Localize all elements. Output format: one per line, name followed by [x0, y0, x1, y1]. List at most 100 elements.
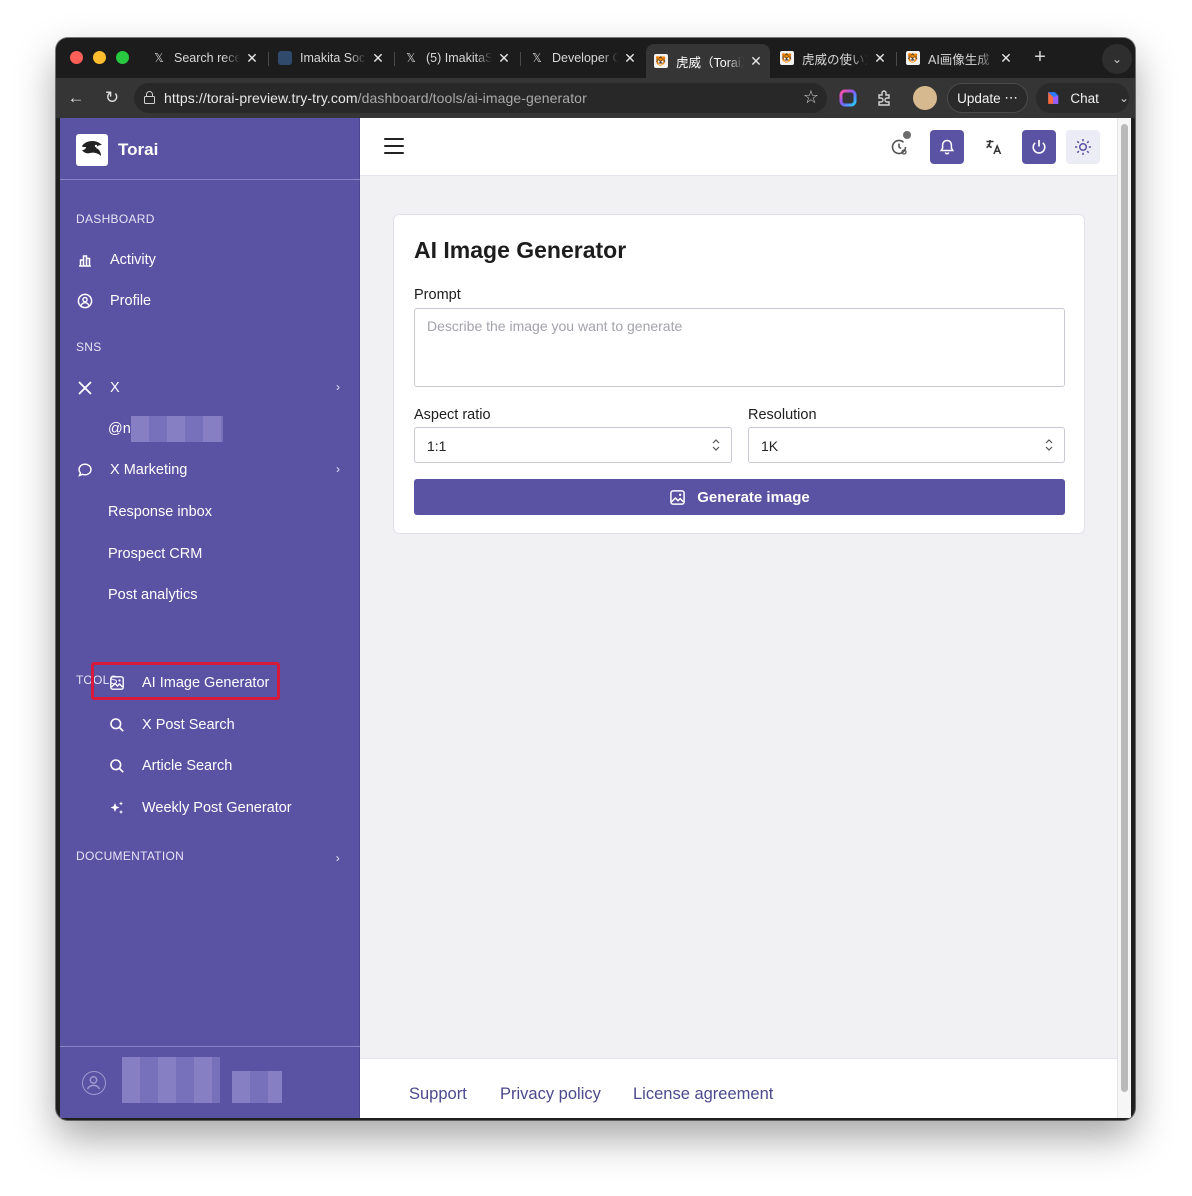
copilot-icon [1048, 92, 1059, 104]
torai-icon: 🐯 [906, 51, 920, 65]
sidebar-item-prospect-crm[interactable]: Prospect CRM [108, 546, 202, 562]
close-tab-icon[interactable]: ✕ [370, 50, 386, 67]
page-viewport: Torai DASHBOARD Activity Profile SNS X ›… [60, 118, 1131, 1118]
support-link[interactable]: Support [409, 1085, 467, 1104]
x-logo-icon [76, 379, 94, 397]
profile-avatar[interactable] [913, 86, 937, 110]
notifications-button[interactable] [930, 130, 964, 164]
close-tab-icon[interactable]: ✕ [998, 50, 1014, 67]
chevron-right-icon: › [336, 462, 340, 476]
browser-tab[interactable]: 𝕏 (5) ImakitaS ✕ [396, 44, 518, 72]
browser-tab[interactable]: Imakita Soc ✕ [270, 44, 392, 72]
bookmark-star-icon[interactable]: ☆ [803, 87, 819, 108]
sidebar-item-x[interactable]: X › [76, 373, 344, 403]
logout-button[interactable] [1022, 130, 1056, 164]
torai-icon: 🐯 [654, 54, 668, 68]
close-tab-icon[interactable]: ✕ [872, 50, 888, 67]
power-icon [1032, 140, 1046, 154]
page-scrollbar[interactable] [1117, 118, 1131, 1118]
browser-tab[interactable]: 𝕏 Search rece ✕ [144, 44, 266, 72]
reload-button[interactable]: ↻ [100, 86, 124, 110]
aspect-ratio-select[interactable]: 1:1 [414, 427, 732, 463]
redacted-block [122, 1057, 220, 1103]
user-circle-icon [76, 292, 94, 310]
language-button[interactable] [977, 130, 1011, 164]
sidebar-item-ai-image-generator[interactable]: AI Image Generator [108, 668, 269, 698]
generate-image-button[interactable]: Generate image [414, 479, 1065, 515]
browser-tab[interactable]: 🐯 AI画像生成 | T ✕ [898, 44, 1020, 72]
sidebar-item-response-inbox[interactable]: Response inbox [108, 504, 212, 520]
address-bar[interactable]: https://torai-preview.try-try.com/dashbo… [134, 83, 827, 113]
close-tab-icon[interactable]: ✕ [244, 50, 260, 67]
sun-icon [1075, 139, 1091, 155]
resolution-select[interactable]: 1K [748, 427, 1065, 463]
tab-search-chevron-icon[interactable]: ⌄ [1102, 44, 1132, 74]
new-tab-button[interactable]: + [1028, 46, 1052, 69]
sidebar-user[interactable] [60, 1046, 360, 1118]
update-button[interactable]: Update ⋯ [947, 83, 1028, 113]
sidebar-item-article-search[interactable]: Article Search [108, 751, 232, 781]
colorful-extension-icon[interactable] [837, 87, 859, 109]
browser-tab-active[interactable]: 🐯 虎威（Torai） ✕ [646, 44, 770, 78]
x-logo-icon: 𝕏 [154, 51, 164, 65]
license-agreement-link[interactable]: License agreement [633, 1085, 773, 1104]
chat-bubble-icon [76, 461, 94, 479]
select-arrows-icon [712, 439, 720, 451]
clock-gear-icon [891, 139, 907, 155]
sidebar: Torai DASHBOARD Activity Profile SNS X ›… [60, 118, 360, 1118]
scrollbar-thumb[interactable] [1121, 124, 1128, 1092]
maximize-window-button[interactable] [116, 51, 129, 64]
notification-dot [903, 131, 911, 139]
history-settings-button[interactable] [882, 130, 916, 164]
image-icon [108, 674, 126, 692]
torai-icon: 🐯 [780, 51, 794, 65]
sidebar-item-profile[interactable]: Profile [76, 286, 344, 316]
section-sns: SNS [76, 340, 102, 354]
minimize-window-button[interactable] [93, 51, 106, 64]
select-arrows-icon [1045, 439, 1053, 451]
privacy-policy-link[interactable]: Privacy policy [500, 1085, 601, 1104]
close-tab-icon[interactable]: ✕ [496, 50, 512, 67]
browser-tab[interactable]: 🐯 虎威の使い方 ✕ [772, 44, 894, 72]
theme-toggle-button[interactable] [1066, 130, 1100, 164]
close-tab-icon[interactable]: ✕ [748, 53, 764, 70]
sparkles-icon [108, 799, 126, 817]
browser-window: 𝕏 Search rece ✕ Imakita Soc ✕ 𝕏 (5) Imak… [56, 38, 1135, 1120]
back-button[interactable]: ← [64, 86, 88, 110]
hamburger-menu-icon[interactable] [384, 138, 404, 156]
sidebar-section-documentation[interactable]: DOCUMENTATION › [76, 845, 344, 867]
brand[interactable]: Torai [60, 118, 360, 180]
sidebar-item-x-post-search[interactable]: X Post Search [108, 710, 235, 740]
chevron-right-icon: › [335, 851, 340, 865]
torai-logo-icon [76, 134, 108, 166]
prompt-input[interactable]: Describe the image you want to generate [414, 308, 1065, 387]
aspect-ratio-label: Aspect ratio [414, 407, 491, 423]
prompt-label: Prompt [414, 287, 461, 303]
browser-toolbar: ← ↻ https://torai-preview.try-try.com/da… [56, 78, 1135, 118]
chat-chevron-icon[interactable]: ⌄ [1119, 91, 1129, 105]
resolution-label: Resolution [748, 407, 817, 423]
url-text: https://torai-preview.try-try.com/dashbo… [164, 90, 587, 106]
chevron-right-icon: › [336, 380, 340, 394]
close-tab-icon[interactable]: ✕ [622, 50, 638, 67]
sidebar-item-x-marketing[interactable]: X Marketing › [76, 455, 344, 485]
x-logo-icon: 𝕏 [406, 51, 416, 65]
x-logo-icon: 𝕏 [532, 51, 542, 65]
translate-icon [986, 140, 1002, 155]
top-bar [360, 118, 1117, 176]
card-title: AI Image Generator [414, 237, 627, 263]
avatar-icon [82, 1071, 106, 1095]
search-icon [108, 716, 126, 734]
chat-button[interactable]: Chat ⌄ [1036, 83, 1129, 113]
ai-image-generator-card: AI Image Generator Prompt Describe the i… [393, 214, 1085, 534]
extensions-puzzle-icon[interactable] [873, 87, 895, 109]
brand-name: Torai [118, 140, 159, 159]
x-account-handle[interactable]: @n [108, 421, 131, 437]
close-window-button[interactable] [70, 51, 83, 64]
section-dashboard: DASHBOARD [76, 212, 155, 226]
sidebar-item-post-analytics[interactable]: Post analytics [108, 587, 197, 603]
browser-tab[interactable]: 𝕏 Developer C ✕ [522, 44, 644, 72]
sidebar-item-activity[interactable]: Activity [76, 245, 344, 275]
sidebar-item-weekly-post-generator[interactable]: Weekly Post Generator [108, 793, 292, 823]
bar-chart-icon [76, 251, 94, 269]
